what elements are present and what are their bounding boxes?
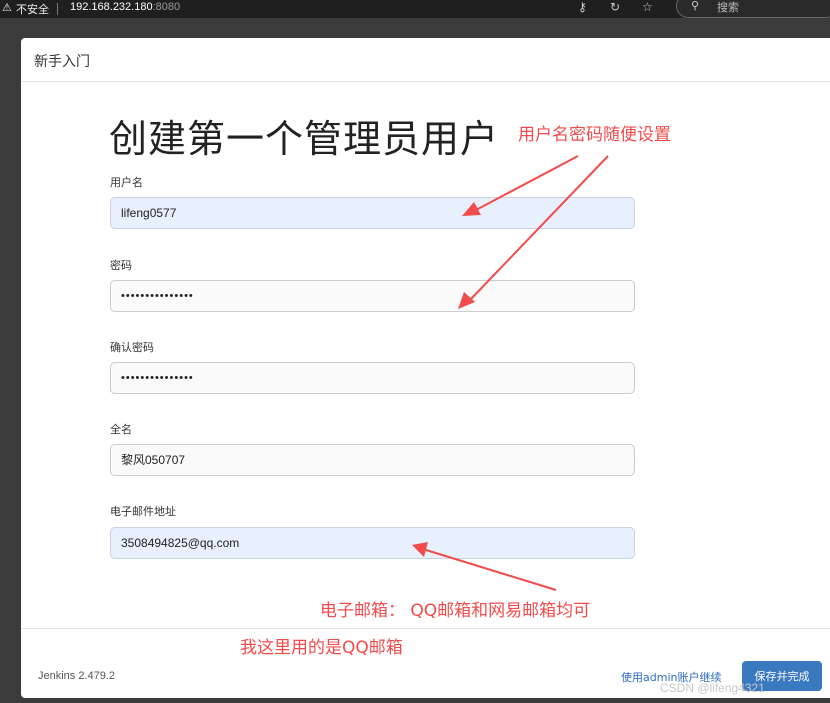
csdn-watermark: CSDN @lifeng4321 [660, 681, 765, 695]
email-label: 电子邮件地址 [110, 505, 176, 518]
email-field[interactable]: 3508494825@qq.com [110, 527, 635, 559]
search-icon: ⚲ [691, 0, 700, 12]
address-bar[interactable]: 192.168.232.180:8080 [70, 1, 180, 13]
confirm-password-label: 确认密码 [110, 341, 154, 354]
security-label[interactable]: 不安全 [16, 1, 49, 17]
username-label: 用户名 [110, 176, 143, 189]
star-icon[interactable]: ☆ [642, 0, 653, 14]
fullname-label: 全名 [110, 423, 132, 436]
confirm-password-field[interactable]: ••••••••••••••• [110, 362, 635, 394]
address-host: 192.168.232.180 [70, 1, 153, 13]
dialog-header: 新手入门 [21, 38, 830, 82]
search-input[interactable]: ⚲ 搜索 [676, 0, 830, 18]
qq-annotation: 我这里用的是QQ邮箱 [240, 638, 403, 658]
divider [57, 3, 58, 15]
warning-icon[interactable]: ⚠ [2, 1, 12, 14]
password-label: 密码 [110, 259, 132, 272]
key-icon[interactable]: ⚷ [578, 0, 587, 14]
search-placeholder: 搜索 [717, 1, 739, 14]
password-field[interactable]: ••••••••••••••• [110, 280, 635, 312]
refresh-icon[interactable]: ↻ [610, 0, 620, 14]
email-annotation: 电子邮箱： QQ邮箱和网易邮箱均可 [320, 601, 591, 621]
address-port: :8080 [152, 1, 181, 13]
credentials-annotation: 用户名密码随便设置 [518, 125, 671, 145]
dialog-title: 新手入门 [34, 54, 90, 70]
browser-toolbar: ⚠ 不安全 192.168.232.180:8080 ⚷ ↻ ☆ ⚲ 搜索 [0, 0, 830, 18]
fullname-field[interactable]: 黎风050707 [110, 444, 635, 476]
version-label: Jenkins 2.479.2 [38, 670, 116, 682]
username-field[interactable]: lifeng0577 [110, 197, 635, 229]
page-title: 创建第一个管理员用户 [109, 117, 500, 161]
